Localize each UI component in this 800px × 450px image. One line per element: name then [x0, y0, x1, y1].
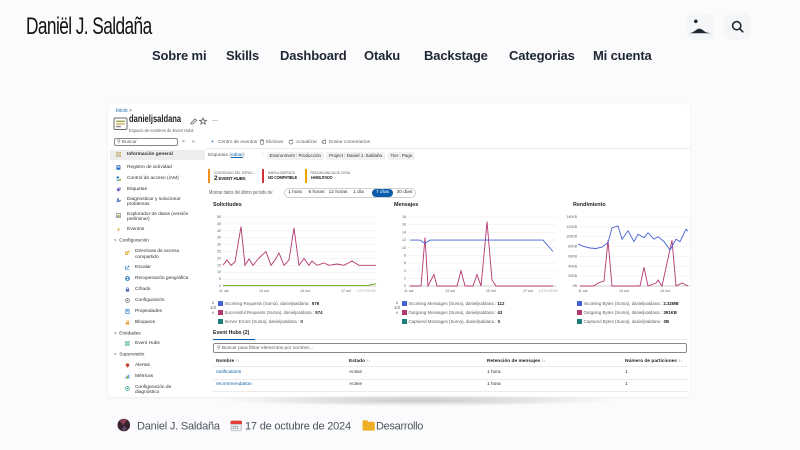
svg-text:120KB: 120KB [566, 225, 577, 229]
svg-text:50: 50 [217, 215, 221, 219]
svg-text:16: 16 [402, 223, 406, 227]
svg-text:20: 20 [217, 256, 221, 260]
svg-text:11 oct: 11 oct [219, 289, 229, 293]
svg-text:45: 45 [217, 222, 221, 226]
svg-text:10: 10 [402, 246, 406, 250]
svg-text:8: 8 [404, 253, 406, 257]
svg-text:Daniël J. Saldaña: Daniël J. Saldaña [26, 13, 153, 39]
svg-text:2: 2 [404, 276, 406, 280]
svg-text:Daniel J. Saldaña: Daniel J. Saldaña [137, 420, 221, 432]
svg-text:0: 0 [404, 284, 406, 288]
svg-text:15: 15 [217, 263, 221, 267]
svg-text:12: 12 [402, 238, 406, 242]
svg-text:13 oct: 13 oct [259, 289, 269, 293]
svg-text:15 oct: 15 oct [300, 289, 310, 293]
svg-text:15 oct: 15 oct [660, 289, 670, 293]
svg-text:140KB: 140KB [566, 215, 577, 219]
svg-text:13 oct: 13 oct [445, 289, 455, 293]
svg-text:10: 10 [217, 270, 221, 274]
svg-text:17 oct: 17 oct [341, 289, 351, 293]
svg-text:14: 14 [402, 230, 406, 234]
svg-text:4: 4 [404, 269, 406, 273]
svg-text:40: 40 [217, 229, 221, 233]
svg-text:25: 25 [217, 250, 221, 254]
svg-text:13 oct: 13 oct [619, 289, 629, 293]
svg-text:Desarrollo: Desarrollo [376, 420, 423, 432]
svg-text:20KB: 20KB [568, 274, 577, 278]
svg-text:40KB: 40KB [568, 264, 577, 268]
svg-text:18: 18 [402, 215, 406, 219]
svg-text:5: 5 [219, 277, 221, 281]
svg-text:⋯: ⋯ [212, 119, 218, 125]
svg-text:80KB: 80KB [568, 245, 577, 249]
svg-text:UTC+02:00: UTC+02:00 [539, 289, 557, 293]
svg-text:17 de octubre de 2024: 17 de octubre de 2024 [245, 420, 351, 432]
svg-text:60KB: 60KB [568, 254, 577, 258]
svg-text:17 oct: 17 oct [523, 289, 533, 293]
svg-text:30: 30 [217, 243, 221, 247]
svg-text:100KB: 100KB [566, 235, 577, 239]
svg-text:11 oct: 11 oct [578, 289, 588, 293]
svg-text:6: 6 [404, 261, 406, 265]
svg-text:0: 0 [219, 284, 221, 288]
svg-text:0B: 0B [573, 284, 578, 288]
svg-text:UTC+02:00: UTC+02:00 [357, 289, 375, 293]
svg-text:35: 35 [217, 236, 221, 240]
svg-text:11 oct: 11 oct [404, 289, 414, 293]
svg-text:15 oct: 15 oct [486, 289, 496, 293]
